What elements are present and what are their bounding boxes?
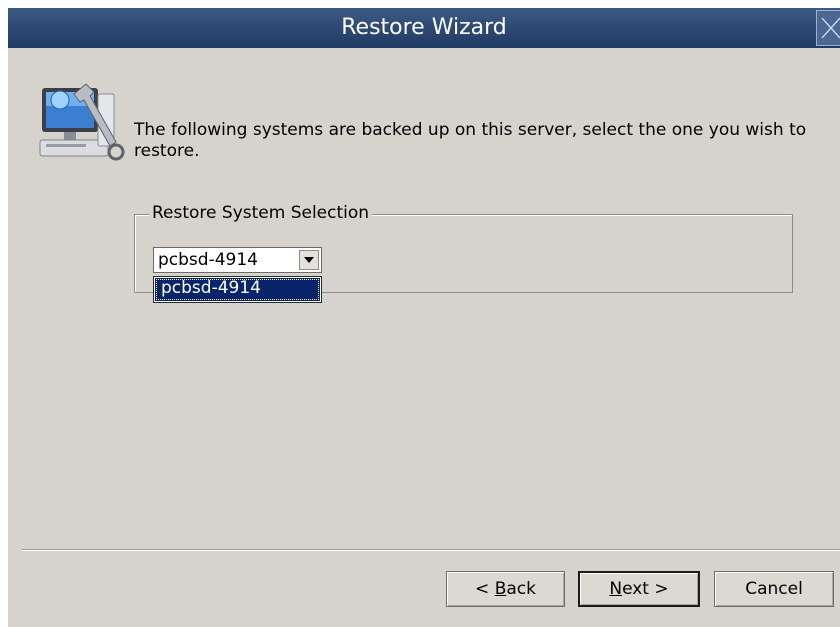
cancel-button[interactable]: Cancel: [714, 571, 834, 607]
next-button[interactable]: Next >: [578, 571, 700, 607]
combo-selected-value: pcbsd-4914: [158, 250, 258, 270]
close-icon: [821, 17, 840, 39]
system-dropdown-list: pcbsd-4914: [153, 276, 322, 303]
back-prefix: <: [475, 579, 495, 599]
back-rest: ack: [506, 579, 536, 599]
group-legend: Restore System Selection: [149, 203, 373, 223]
computer-tools-icon: [39, 83, 125, 161]
system-select-combobox[interactable]: pcbsd-4914: [153, 247, 322, 273]
restore-wizard-window: Restore Wizard The following systems are…: [8, 8, 840, 627]
back-mnemonic: B: [494, 579, 507, 599]
combo-dropdown-button[interactable]: [299, 250, 319, 270]
chevron-down-icon: [304, 257, 314, 263]
close-button[interactable]: [816, 10, 840, 46]
next-rest: ext >: [622, 579, 669, 599]
title-bar[interactable]: Restore Wizard: [8, 8, 840, 48]
window-title: Restore Wizard: [341, 15, 507, 40]
dropdown-item-pcbsd-4914[interactable]: pcbsd-4914: [155, 278, 320, 301]
intro-text: The following systems are backed up on t…: [134, 120, 807, 161]
back-button[interactable]: < Back: [446, 571, 565, 607]
button-separator: [22, 549, 840, 551]
next-mnemonic: N: [609, 579, 623, 599]
